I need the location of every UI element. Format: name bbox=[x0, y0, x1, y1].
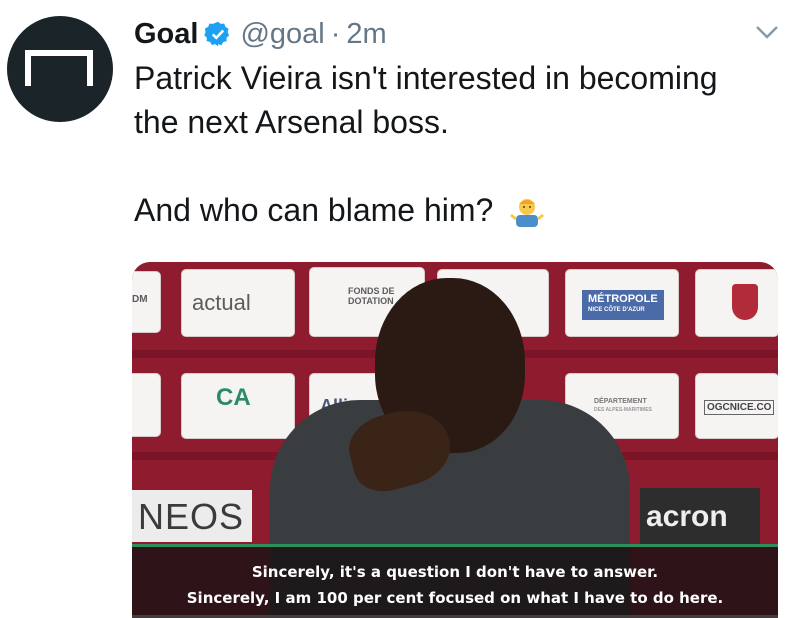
avatar[interactable] bbox=[7, 16, 113, 122]
subtitle-line-1: Sincerely, it's a question I don't have … bbox=[251, 563, 659, 581]
sponsor-actual: actual bbox=[192, 290, 251, 315]
chevron-down-icon[interactable] bbox=[754, 22, 780, 42]
tweet-line-1: Patrick Vieira isn't interested in becom… bbox=[134, 60, 718, 96]
sponsor-board-actual: actual bbox=[182, 270, 294, 336]
sponsor-departement-sub: DES ALPES-MARITIMES bbox=[594, 407, 652, 413]
sponsor-metropole: MÉTROPOLE bbox=[588, 293, 658, 305]
sponsor-departement: DÉPARTEMENT bbox=[594, 398, 647, 405]
credit-agricole-logo-icon: CA bbox=[216, 384, 251, 411]
tweet-line-3-wrap: And who can blame him? bbox=[134, 188, 784, 232]
sponsor-board-ca: CA bbox=[182, 374, 294, 438]
metropole-logo: MÉTROPOLE NICE CÔTE D'AZUR bbox=[582, 290, 664, 320]
sponsor-board-metropole: MÉTROPOLE NICE CÔTE D'AZUR bbox=[566, 270, 678, 336]
sponsor-neos: NEOS bbox=[138, 496, 245, 537]
sponsor-dm: DM bbox=[132, 294, 148, 305]
sponsor-board-dm: DM bbox=[132, 272, 160, 332]
display-name[interactable]: Goal bbox=[134, 18, 198, 51]
subtitle-bar: Sincerely, it's a question I don't have … bbox=[132, 544, 778, 618]
person-shrugging-icon bbox=[510, 199, 545, 227]
tweet-header: Goal @goal · 2m bbox=[134, 14, 387, 54]
sponsor-board-ogcnice: OGCNICE.CO bbox=[696, 374, 778, 438]
sponsor-acron: acron bbox=[646, 500, 728, 533]
handle[interactable]: @goal bbox=[240, 18, 324, 51]
sponsor-board-left bbox=[132, 374, 160, 436]
sponsor-ogcnice: OGCNICE.CO bbox=[704, 400, 775, 415]
sponsor-metropole-sub: NICE CÔTE D'AZUR bbox=[588, 307, 645, 313]
verified-badge-icon bbox=[204, 21, 230, 47]
sponsor-board-crest bbox=[696, 270, 778, 336]
tweet-text: Patrick Vieira isn't interested in becom… bbox=[134, 56, 784, 232]
goal-logo-icon bbox=[25, 50, 93, 86]
neos-board: NEOS bbox=[132, 490, 252, 542]
subtitle-line-2: Sincerely, I am 100 per cent focused on … bbox=[186, 589, 724, 607]
timestamp[interactable]: 2m bbox=[346, 18, 386, 51]
acron-board: acron bbox=[640, 488, 760, 544]
separator: · bbox=[330, 17, 341, 50]
tweet-line-2: the next Arsenal boss. bbox=[134, 104, 449, 140]
ogc-nice-crest-icon bbox=[732, 284, 758, 320]
tweet-line-3: And who can blame him? bbox=[134, 192, 494, 228]
